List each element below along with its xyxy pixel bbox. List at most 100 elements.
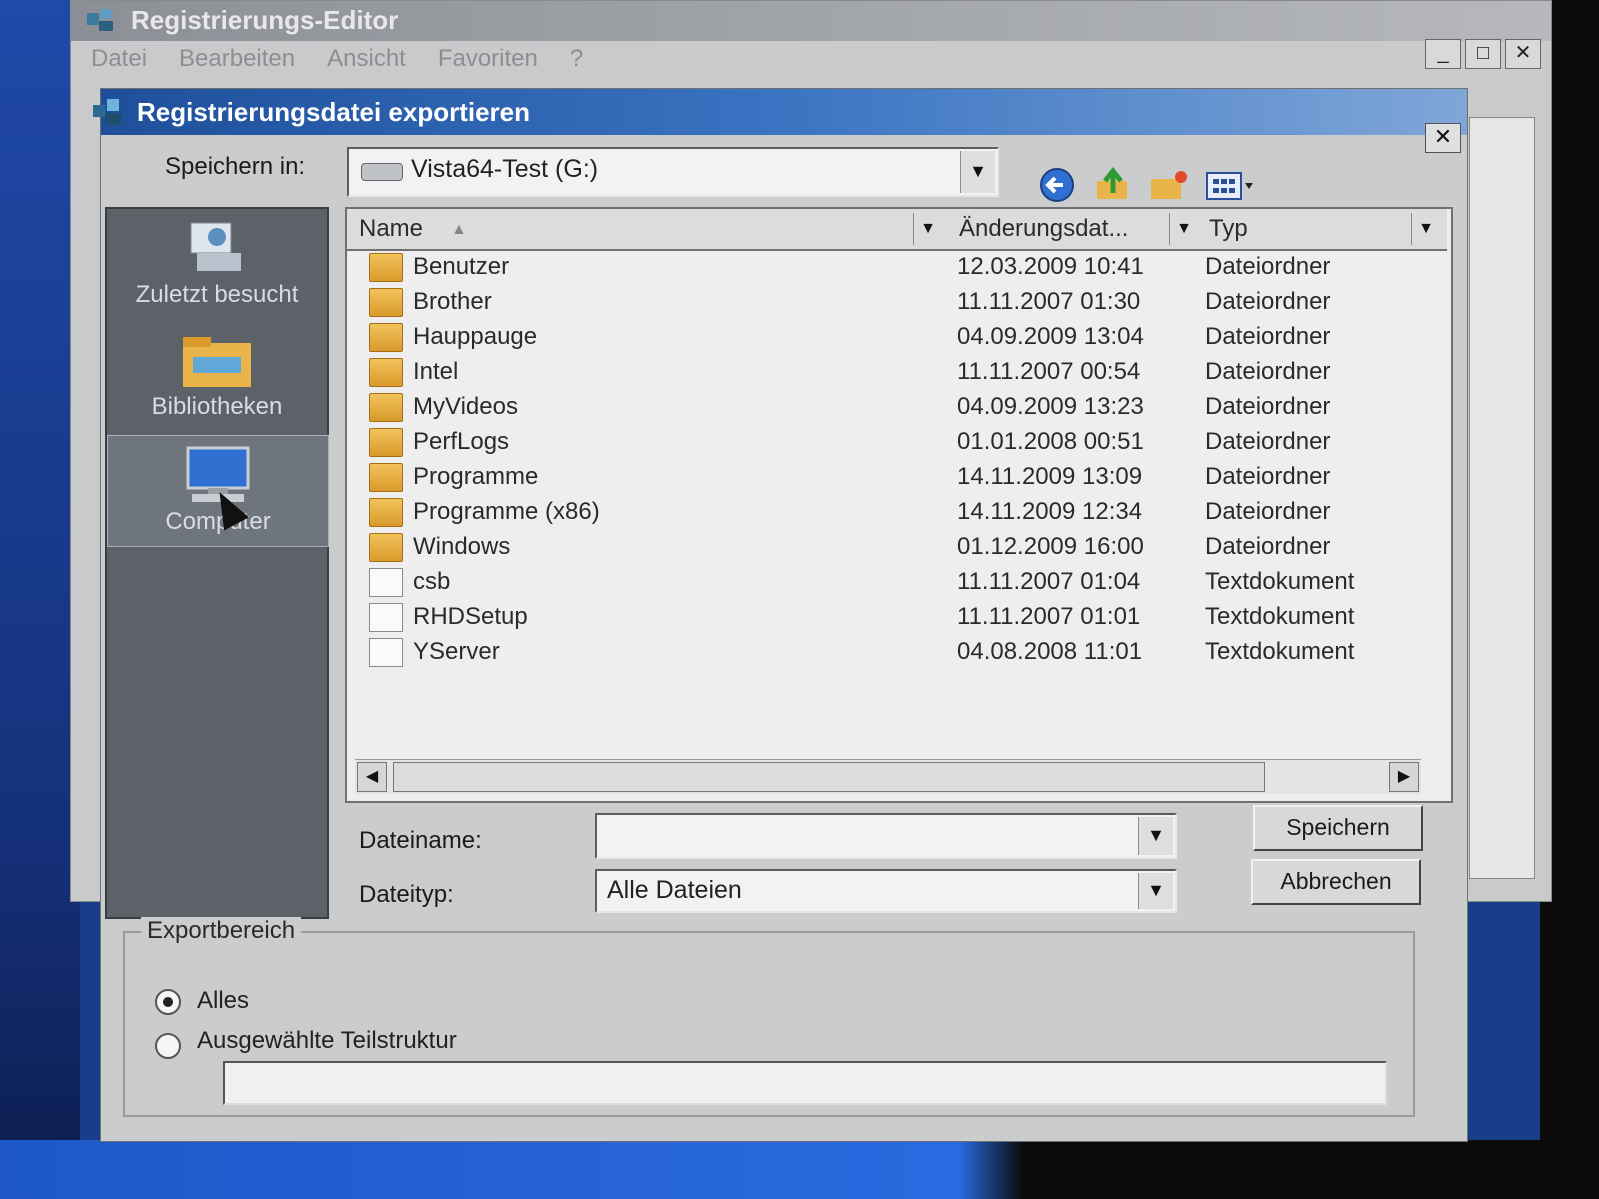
file-name: Programme [413,463,539,490]
file-type: Textdokument [1205,638,1355,665]
taskbar-area [0,1140,1599,1199]
file-date: 11.11.2007 01:01 [957,603,1141,630]
filetype-label: Dateityp: [359,881,454,908]
registry-file-icon [93,99,121,125]
radio-all[interactable] [155,989,181,1015]
regedit-title: Registrierungs-Editor [131,5,399,35]
regedit-value-pane [1469,117,1535,879]
folder-icon [369,498,403,527]
radio-selected-label: Ausgewählte Teilstruktur [197,1027,457,1054]
scroll-right-icon[interactable]: ▶ [1389,762,1419,792]
place-label-libraries: Bibliotheken [151,393,283,420]
file-date: 14.11.2009 12:34 [957,498,1143,525]
save-in-value: Vista64-Test (G:) [411,155,599,183]
file-type: Textdokument [1205,568,1355,595]
window-controls: _ □ ✕ [1425,39,1541,69]
filetype-select[interactable]: Alle Dateien ▼ [595,869,1177,913]
document-icon [369,568,403,597]
file-date: 04.08.2008 11:01 [957,638,1143,665]
menu-ansicht[interactable]: Ansicht [327,45,406,73]
scroll-left-icon[interactable]: ◀ [357,762,387,792]
column-name[interactable]: Name [359,215,423,243]
file-row[interactable]: Windows 01.12.2009 16:00 Dateiordner [347,529,1447,564]
file-row[interactable]: YServer 04.08.2008 11:01 Textdokument [347,634,1447,669]
folder-icon [369,533,403,562]
radio-selected-branch[interactable] [155,1033,181,1059]
column-date-filter[interactable]: ▼ [1169,213,1198,245]
file-date: 11.11.2007 01:30 [957,288,1141,315]
file-row[interactable]: Hauppauge 04.09.2009 13:04 Dateiordner [347,319,1447,354]
place-recent[interactable]: Zuletzt besucht [107,209,327,319]
dialog-title: Registrierungsdatei exportieren [137,97,530,127]
place-libraries[interactable]: Bibliotheken [107,321,327,431]
file-row[interactable]: Programme 14.11.2009 13:09 Dateiordner [347,459,1447,494]
cancel-button[interactable]: Abbrechen [1251,859,1421,905]
radio-all-label: Alles [197,987,250,1014]
minimize-button[interactable]: _ [1425,39,1461,69]
registry-editor-icon [87,9,113,31]
export-range-legend: Exportbereich [141,917,302,945]
column-type-filter[interactable]: ▼ [1411,213,1440,245]
file-name: Hauppauge [413,323,538,350]
file-type: Dateiordner [1205,428,1331,455]
chevron-down-icon[interactable]: ▼ [960,151,995,193]
file-row[interactable]: csb 11.11.2007 01:04 Textdokument [347,564,1447,599]
file-name: PerfLogs [413,428,510,455]
file-date: 04.09.2009 13:04 [957,323,1144,350]
menu-favoriten[interactable]: Favoriten [438,45,538,73]
place-computer[interactable]: Computer [107,435,329,547]
file-date: 12.03.2009 10:41 [957,253,1144,280]
column-name-filter[interactable]: ▼ [913,213,942,245]
file-row[interactable]: PerfLogs 01.01.2008 00:51 Dateiordner [347,424,1447,459]
new-folder-icon[interactable] [1149,167,1189,203]
file-list: Name ▲ ▼ Änderungsdat... ▼ Typ ▼ Benutze… [345,207,1453,803]
folder-icon [369,358,403,387]
file-row[interactable]: Intel 11.11.2007 00:54 Dateiordner [347,354,1447,389]
file-type: Dateiordner [1205,498,1331,525]
document-icon [369,638,403,667]
menu-help[interactable]: ? [570,45,583,73]
file-row[interactable]: Brother 11.11.2007 01:30 Dateiordner [347,284,1447,319]
file-name: Programme (x86) [413,498,600,525]
file-type: Dateiordner [1205,463,1331,490]
file-type: Dateiordner [1205,323,1331,350]
menu-bearbeiten[interactable]: Bearbeiten [179,45,295,73]
chevron-down-icon[interactable]: ▼ [1138,873,1173,909]
save-in-combo[interactable]: Vista64-Test (G:) ▼ [347,147,999,197]
file-date: 04.09.2009 13:23 [957,393,1144,420]
regedit-title-bar[interactable]: Registrierungs-Editor [71,1,1551,41]
dialog-title-bar[interactable]: Registrierungsdatei exportieren [93,89,1467,135]
dialog-close-button[interactable]: ✕ [1425,123,1461,153]
column-date[interactable]: Änderungsdat... [959,215,1128,243]
places-bar: Zuletzt besucht Bibliotheken Computer [105,207,329,919]
menu-datei[interactable]: Datei [91,45,147,73]
horizontal-scrollbar[interactable]: ◀ ▶ [355,759,1421,794]
file-date: 11.11.2007 01:04 [957,568,1141,595]
file-type: Dateiordner [1205,288,1331,315]
selected-branch-input[interactable] [223,1061,1387,1105]
file-name: MyVideos [413,393,518,420]
scrollbar-thumb[interactable] [393,762,1265,792]
column-type[interactable]: Typ [1209,215,1248,243]
back-icon[interactable] [1037,167,1077,203]
recent-places-icon [190,222,241,271]
file-rows: Benutzer 12.03.2009 10:41 Dateiordner Brot… [347,249,1447,669]
file-name: Brother [413,288,492,315]
close-button[interactable]: ✕ [1505,39,1541,69]
file-row[interactable]: RHDSetup 11.11.2007 01:01 Textdokument [347,599,1447,634]
menu-bar: Datei Bearbeiten Ansicht Favoriten ? [91,45,583,73]
file-row[interactable]: Benutzer 12.03.2009 10:41 Dateiordner [347,249,1447,284]
file-name: Windows [413,533,511,560]
sort-ascending-icon: ▲ [451,221,467,238]
filename-label: Dateiname: [359,827,482,854]
view-menu-icon[interactable] [1205,167,1261,203]
export-range-group: Exportbereich Alles Ausgewählte Teilstru… [123,917,1415,1117]
filename-input[interactable]: ▼ [595,813,1177,859]
file-row[interactable]: Programme (x86) 14.11.2009 12:34 Dateiordn… [347,494,1447,529]
file-type: Dateiordner [1205,358,1331,385]
chevron-down-icon[interactable]: ▼ [1138,817,1173,855]
save-button[interactable]: Speichern [1253,805,1423,851]
maximize-button[interactable]: □ [1465,39,1501,69]
file-row[interactable]: MyVideos 04.09.2009 13:23 Dateiordner [347,389,1447,424]
up-folder-icon[interactable] [1093,167,1133,203]
